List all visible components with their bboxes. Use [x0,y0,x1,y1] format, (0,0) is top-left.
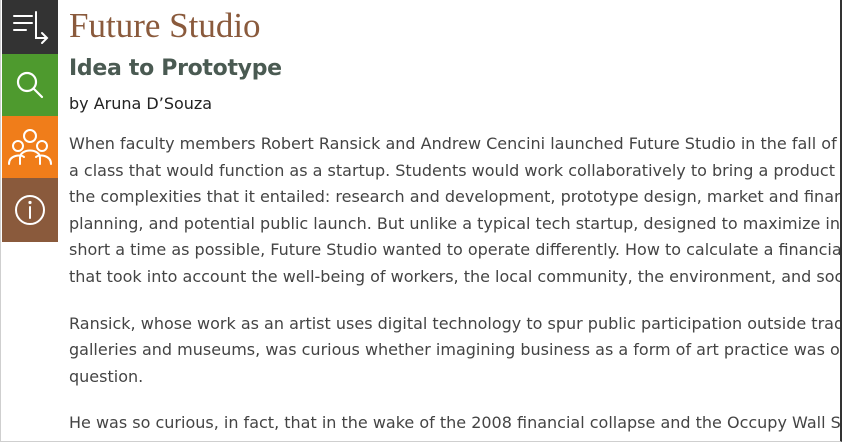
search-icon [16,71,44,99]
text-line: When faculty members Robert Ransick and … [69,134,840,153]
sidebar-toolbar [2,0,58,242]
site-title[interactable]: Future Studio [69,4,261,48]
people-button[interactable] [2,116,58,178]
info-button[interactable] [2,178,58,242]
text-line: the complexities that it entailed: resea… [69,187,840,207]
text-line: question. [69,366,144,386]
text-line: planning, and potential public launch. B… [69,213,840,233]
paragraph: Ransick, whose work as an artist uses di… [69,311,840,391]
article-title: Idea to Prototype [69,56,282,81]
text-line: galleries and museums, was curious wheth… [69,340,840,360]
text-line: a class that would function as a startup… [69,160,840,180]
paragraph: When faculty members Robert Ransick and … [69,131,840,291]
search-button[interactable] [2,54,58,116]
menu-button[interactable] [2,0,58,54]
info-icon [15,195,45,225]
menu-icon [13,11,49,44]
text-line: He was so curious, in fact, that in the … [69,413,840,433]
article-body: When faculty members Robert Ransick and … [69,131,840,441]
text-line: short a time as possible, Future Studio … [69,240,840,260]
page-frame: Future Studio Idea to Prototype by Aruna… [0,0,842,442]
text-line: that took into account the well-being of… [69,266,840,286]
byline: by Aruna D’Souza [69,94,213,113]
paragraph: He was so curious, in fact, that in the … [69,410,840,437]
text-line: Ransick, whose work as an artist uses di… [69,313,840,333]
people-icon [8,129,52,165]
article-content: Future Studio Idea to Prototype by Aruna… [69,0,840,441]
